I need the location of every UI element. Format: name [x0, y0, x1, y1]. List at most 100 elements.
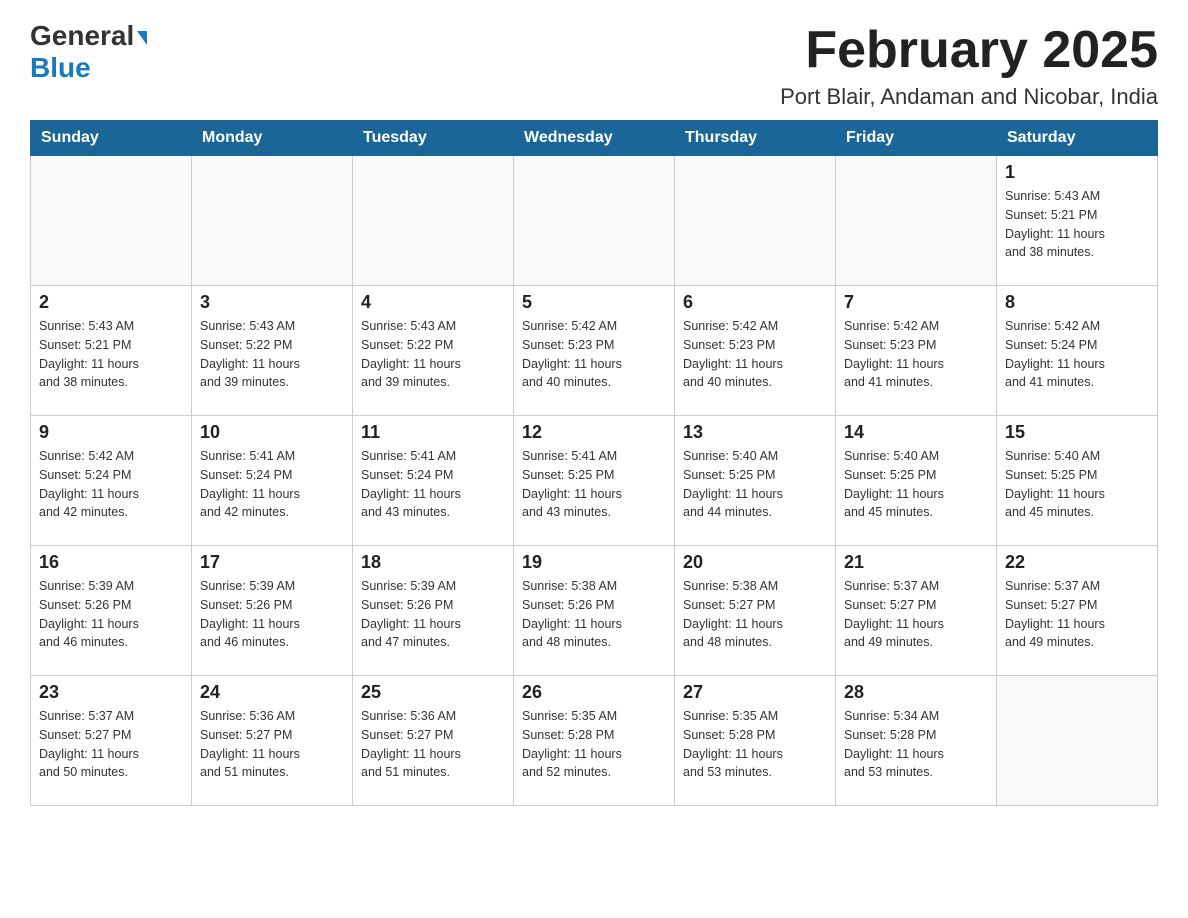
title-section: February 2025 Port Blair, Andaman and Ni…	[780, 20, 1158, 110]
calendar-week-5: 23 Sunrise: 5:37 AM Sunset: 5:27 PM Dayli…	[31, 676, 1158, 806]
main-title: February 2025	[780, 20, 1158, 80]
calendar-cell	[675, 156, 836, 286]
day-number: 16	[39, 552, 183, 573]
day-number: 20	[683, 552, 827, 573]
calendar-cell: 22 Sunrise: 5:37 AM Sunset: 5:27 PM Dayli…	[997, 546, 1158, 676]
calendar-cell	[514, 156, 675, 286]
logo-blue-text: Blue	[30, 52, 91, 84]
calendar-cell: 9 Sunrise: 5:42 AM Sunset: 5:24 PM Daylig…	[31, 416, 192, 546]
day-info: Sunrise: 5:42 AM Sunset: 5:24 PM Dayligh…	[1005, 317, 1149, 392]
day-info: Sunrise: 5:41 AM Sunset: 5:24 PM Dayligh…	[361, 447, 505, 522]
day-number: 17	[200, 552, 344, 573]
day-info: Sunrise: 5:43 AM Sunset: 5:22 PM Dayligh…	[361, 317, 505, 392]
calendar-cell: 18Sunrise: 5:39 AM Sunset: 5:26 PM Dayli…	[353, 546, 514, 676]
day-number: 6	[683, 292, 827, 313]
header-row: SundayMondayTuesdayWednesdayThursdayFrid…	[31, 121, 1158, 156]
calendar-cell: 28 Sunrise: 5:34 AM Sunset: 5:28 PM Dayli…	[836, 676, 997, 806]
calendar-week-4: 16 Sunrise: 5:39 AM Sunset: 5:26 PM Dayli…	[31, 546, 1158, 676]
day-info: Sunrise: 5:38 AM Sunset: 5:27 PM Dayligh…	[683, 577, 827, 652]
calendar-cell: 4 Sunrise: 5:43 AM Sunset: 5:22 PM Daylig…	[353, 286, 514, 416]
day-number: 22	[1005, 552, 1149, 573]
day-info: Sunrise: 5:42 AM Sunset: 5:23 PM Dayligh…	[844, 317, 988, 392]
calendar-cell	[192, 156, 353, 286]
header-cell-tuesday: Tuesday	[353, 121, 514, 156]
day-number: 1	[1005, 162, 1149, 183]
day-number: 24	[200, 682, 344, 703]
day-info: Sunrise: 5:43 AM Sunset: 5:21 PM Dayligh…	[1005, 187, 1149, 262]
calendar-cell: 11 Sunrise: 5:41 AM Sunset: 5:24 PM Dayli…	[353, 416, 514, 546]
calendar-cell: 27Sunrise: 5:35 AM Sunset: 5:28 PM Dayli…	[675, 676, 836, 806]
calendar-cell	[353, 156, 514, 286]
page-header: General Blue February 2025 Port Blair, A…	[30, 20, 1158, 110]
day-info: Sunrise: 5:39 AM Sunset: 5:26 PM Dayligh…	[39, 577, 183, 652]
day-info: Sunrise: 5:42 AM Sunset: 5:24 PM Dayligh…	[39, 447, 183, 522]
day-number: 5	[522, 292, 666, 313]
calendar-cell: 26 Sunrise: 5:35 AM Sunset: 5:28 PM Dayli…	[514, 676, 675, 806]
calendar-cell	[997, 676, 1158, 806]
day-number: 19	[522, 552, 666, 573]
calendar-week-3: 9 Sunrise: 5:42 AM Sunset: 5:24 PM Daylig…	[31, 416, 1158, 546]
day-number: 7	[844, 292, 988, 313]
day-info: Sunrise: 5:43 AM Sunset: 5:21 PM Dayligh…	[39, 317, 183, 392]
calendar-table: SundayMondayTuesdayWednesdayThursdayFrid…	[30, 120, 1158, 806]
day-number: 27	[683, 682, 827, 703]
header-cell-saturday: Saturday	[997, 121, 1158, 156]
header-cell-monday: Monday	[192, 121, 353, 156]
day-number: 28	[844, 682, 988, 703]
calendar-cell: 17 Sunrise: 5:39 AM Sunset: 5:26 PM Dayli…	[192, 546, 353, 676]
day-info: Sunrise: 5:35 AM Sunset: 5:28 PM Dayligh…	[522, 707, 666, 782]
logo: General Blue	[30, 20, 147, 84]
day-number: 12	[522, 422, 666, 443]
calendar-cell: 8 Sunrise: 5:42 AM Sunset: 5:24 PM Daylig…	[997, 286, 1158, 416]
day-info: Sunrise: 5:42 AM Sunset: 5:23 PM Dayligh…	[522, 317, 666, 392]
logo-general-text: General	[30, 20, 134, 52]
day-info: Sunrise: 5:37 AM Sunset: 5:27 PM Dayligh…	[1005, 577, 1149, 652]
calendar-cell: 25 Sunrise: 5:36 AM Sunset: 5:27 PM Dayli…	[353, 676, 514, 806]
day-number: 2	[39, 292, 183, 313]
day-info: Sunrise: 5:39 AM Sunset: 5:26 PM Dayligh…	[200, 577, 344, 652]
day-number: 15	[1005, 422, 1149, 443]
calendar-cell	[31, 156, 192, 286]
calendar-cell: 5 Sunrise: 5:42 AM Sunset: 5:23 PM Daylig…	[514, 286, 675, 416]
day-number: 8	[1005, 292, 1149, 313]
day-number: 10	[200, 422, 344, 443]
calendar-cell: 3 Sunrise: 5:43 AM Sunset: 5:22 PM Daylig…	[192, 286, 353, 416]
calendar-cell: 15 Sunrise: 5:40 AM Sunset: 5:25 PM Dayli…	[997, 416, 1158, 546]
day-number: 4	[361, 292, 505, 313]
day-number: 3	[200, 292, 344, 313]
day-info: Sunrise: 5:36 AM Sunset: 5:27 PM Dayligh…	[361, 707, 505, 782]
subtitle: Port Blair, Andaman and Nicobar, India	[780, 84, 1158, 110]
calendar-cell: 7 Sunrise: 5:42 AM Sunset: 5:23 PM Daylig…	[836, 286, 997, 416]
day-number: 9	[39, 422, 183, 443]
calendar-week-2: 2 Sunrise: 5:43 AM Sunset: 5:21 PM Daylig…	[31, 286, 1158, 416]
header-cell-sunday: Sunday	[31, 121, 192, 156]
day-number: 11	[361, 422, 505, 443]
day-info: Sunrise: 5:37 AM Sunset: 5:27 PM Dayligh…	[39, 707, 183, 782]
day-info: Sunrise: 5:43 AM Sunset: 5:22 PM Dayligh…	[200, 317, 344, 392]
day-info: Sunrise: 5:39 AM Sunset: 5:26 PM Dayligh…	[361, 577, 505, 652]
day-info: Sunrise: 5:40 AM Sunset: 5:25 PM Dayligh…	[1005, 447, 1149, 522]
header-cell-wednesday: Wednesday	[514, 121, 675, 156]
day-number: 14	[844, 422, 988, 443]
day-info: Sunrise: 5:36 AM Sunset: 5:27 PM Dayligh…	[200, 707, 344, 782]
day-info: Sunrise: 5:40 AM Sunset: 5:25 PM Dayligh…	[683, 447, 827, 522]
day-info: Sunrise: 5:41 AM Sunset: 5:25 PM Dayligh…	[522, 447, 666, 522]
calendar-week-1: 1 Sunrise: 5:43 AM Sunset: 5:21 PM Daylig…	[31, 156, 1158, 286]
calendar-cell: 10Sunrise: 5:41 AM Sunset: 5:24 PM Dayli…	[192, 416, 353, 546]
calendar-body: 1 Sunrise: 5:43 AM Sunset: 5:21 PM Daylig…	[31, 156, 1158, 806]
calendar-cell: 1 Sunrise: 5:43 AM Sunset: 5:21 PM Daylig…	[997, 156, 1158, 286]
calendar-cell: 16 Sunrise: 5:39 AM Sunset: 5:26 PM Dayli…	[31, 546, 192, 676]
day-info: Sunrise: 5:42 AM Sunset: 5:23 PM Dayligh…	[683, 317, 827, 392]
calendar-cell: 21Sunrise: 5:37 AM Sunset: 5:27 PM Dayli…	[836, 546, 997, 676]
calendar-header: SundayMondayTuesdayWednesdayThursdayFrid…	[31, 121, 1158, 156]
calendar-cell: 2 Sunrise: 5:43 AM Sunset: 5:21 PM Daylig…	[31, 286, 192, 416]
calendar-cell: 14Sunrise: 5:40 AM Sunset: 5:25 PM Dayli…	[836, 416, 997, 546]
day-info: Sunrise: 5:34 AM Sunset: 5:28 PM Dayligh…	[844, 707, 988, 782]
logo-arrow-icon	[137, 31, 147, 45]
day-number: 23	[39, 682, 183, 703]
logo-text: General	[30, 20, 147, 52]
header-cell-thursday: Thursday	[675, 121, 836, 156]
day-number: 25	[361, 682, 505, 703]
header-cell-friday: Friday	[836, 121, 997, 156]
day-number: 26	[522, 682, 666, 703]
